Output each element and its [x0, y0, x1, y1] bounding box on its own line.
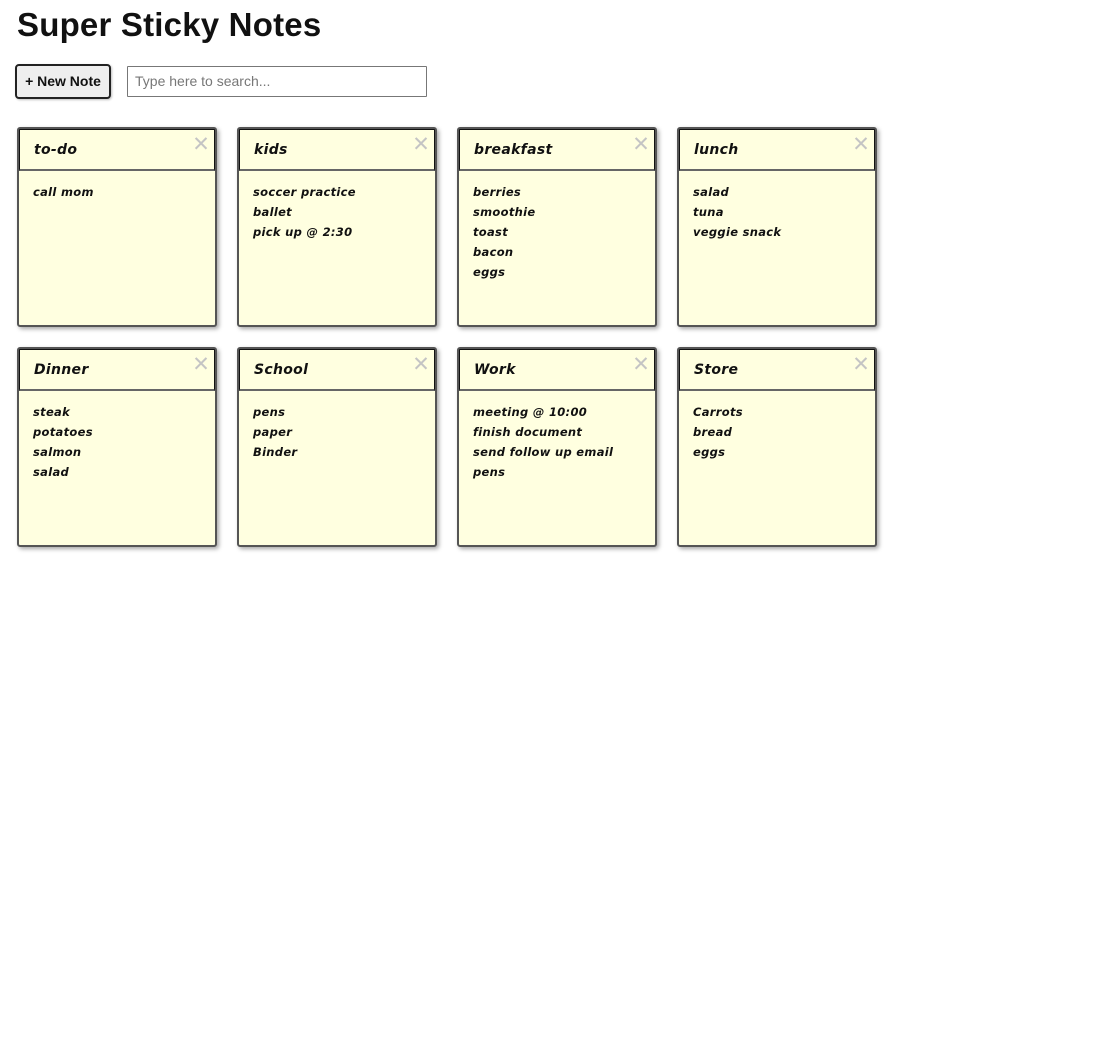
- note-line: salad: [33, 465, 70, 479]
- note-body[interactable]: berries smoothie toast bacon eggs: [459, 171, 655, 282]
- sticky-note[interactable]: Work ✕ meeting @ 10:00 finish document s…: [457, 347, 657, 547]
- search-input[interactable]: [127, 65, 427, 97]
- note-line: meeting @ 10:00: [473, 405, 588, 419]
- note-title[interactable]: kids: [254, 142, 288, 158]
- note-line: salad: [693, 185, 730, 199]
- close-icon[interactable]: ✕: [850, 133, 872, 155]
- note-header: Store ✕: [679, 349, 875, 391]
- note-header: Dinner ✕: [19, 349, 215, 391]
- note-title[interactable]: Work: [474, 362, 516, 378]
- note-body[interactable]: meeting @ 10:00 finish document send fol…: [459, 391, 655, 482]
- sticky-note[interactable]: lunch ✕ salad tuna veggie snack: [677, 127, 877, 327]
- note-title[interactable]: breakfast: [474, 142, 552, 158]
- close-icon[interactable]: ✕: [410, 133, 432, 155]
- sticky-note[interactable]: to-do ✕ call mom: [17, 127, 217, 327]
- sticky-note[interactable]: Dinner ✕ steak potatoes salmon salad: [17, 347, 217, 547]
- note-title[interactable]: lunch: [694, 142, 739, 158]
- toolbar: + New Note: [15, 63, 427, 99]
- note-line: eggs: [693, 445, 726, 459]
- close-icon[interactable]: ✕: [850, 353, 872, 375]
- sticky-note[interactable]: Store ✕ Carrots bread eggs: [677, 347, 877, 547]
- note-line: finish document: [473, 425, 583, 439]
- note-line: eggs: [473, 265, 506, 279]
- note-line: soccer practice: [253, 185, 356, 199]
- note-line: steak: [33, 405, 71, 419]
- note-title[interactable]: to-do: [34, 142, 77, 158]
- note-line: pick up @ 2:30: [253, 225, 353, 239]
- close-icon[interactable]: ✕: [630, 353, 652, 375]
- note-line: Binder: [253, 445, 298, 459]
- note-line: pens: [253, 405, 286, 419]
- close-icon[interactable]: ✕: [190, 353, 212, 375]
- note-header: breakfast ✕: [459, 129, 655, 171]
- note-line: bread: [693, 425, 733, 439]
- note-body[interactable]: soccer practice ballet pick up @ 2:30: [239, 171, 435, 242]
- close-icon[interactable]: ✕: [190, 133, 212, 155]
- note-header: kids ✕: [239, 129, 435, 171]
- note-body[interactable]: steak potatoes salmon salad: [19, 391, 215, 482]
- note-line: toast: [473, 225, 509, 239]
- note-line: bacon: [473, 245, 514, 259]
- note-line: pens: [473, 465, 506, 479]
- sticky-note[interactable]: School ✕ pens paper Binder: [237, 347, 437, 547]
- note-body[interactable]: Carrots bread eggs: [679, 391, 875, 462]
- new-note-button[interactable]: + New Note: [15, 63, 111, 99]
- notes-grid: to-do ✕ call mom kids ✕ soccer practice …: [17, 127, 877, 547]
- sticky-note[interactable]: breakfast ✕ berries smoothie toast bacon…: [457, 127, 657, 327]
- note-line: send follow up email: [473, 445, 614, 459]
- note-line: salmon: [33, 445, 82, 459]
- note-line: potatoes: [33, 425, 93, 439]
- note-line: ballet: [253, 205, 292, 219]
- note-header: Work ✕: [459, 349, 655, 391]
- note-body[interactable]: call mom: [19, 171, 215, 202]
- app-title: Super Sticky Notes: [17, 6, 322, 43]
- note-header: School ✕: [239, 349, 435, 391]
- close-icon[interactable]: ✕: [630, 133, 652, 155]
- note-title[interactable]: Store: [694, 362, 738, 378]
- note-line: smoothie: [473, 205, 536, 219]
- sticky-note[interactable]: kids ✕ soccer practice ballet pick up @ …: [237, 127, 437, 327]
- note-line: call mom: [33, 185, 94, 199]
- note-header: lunch ✕: [679, 129, 875, 171]
- note-line: paper: [253, 425, 293, 439]
- note-body[interactable]: pens paper Binder: [239, 391, 435, 462]
- note-title[interactable]: School: [254, 362, 308, 378]
- note-line: berries: [473, 185, 522, 199]
- note-body[interactable]: salad tuna veggie snack: [679, 171, 875, 242]
- note-line: Carrots: [693, 405, 743, 419]
- note-line: veggie snack: [693, 225, 782, 239]
- note-title[interactable]: Dinner: [34, 362, 89, 378]
- note-line: tuna: [693, 205, 724, 219]
- close-icon[interactable]: ✕: [410, 353, 432, 375]
- note-header: to-do ✕: [19, 129, 215, 171]
